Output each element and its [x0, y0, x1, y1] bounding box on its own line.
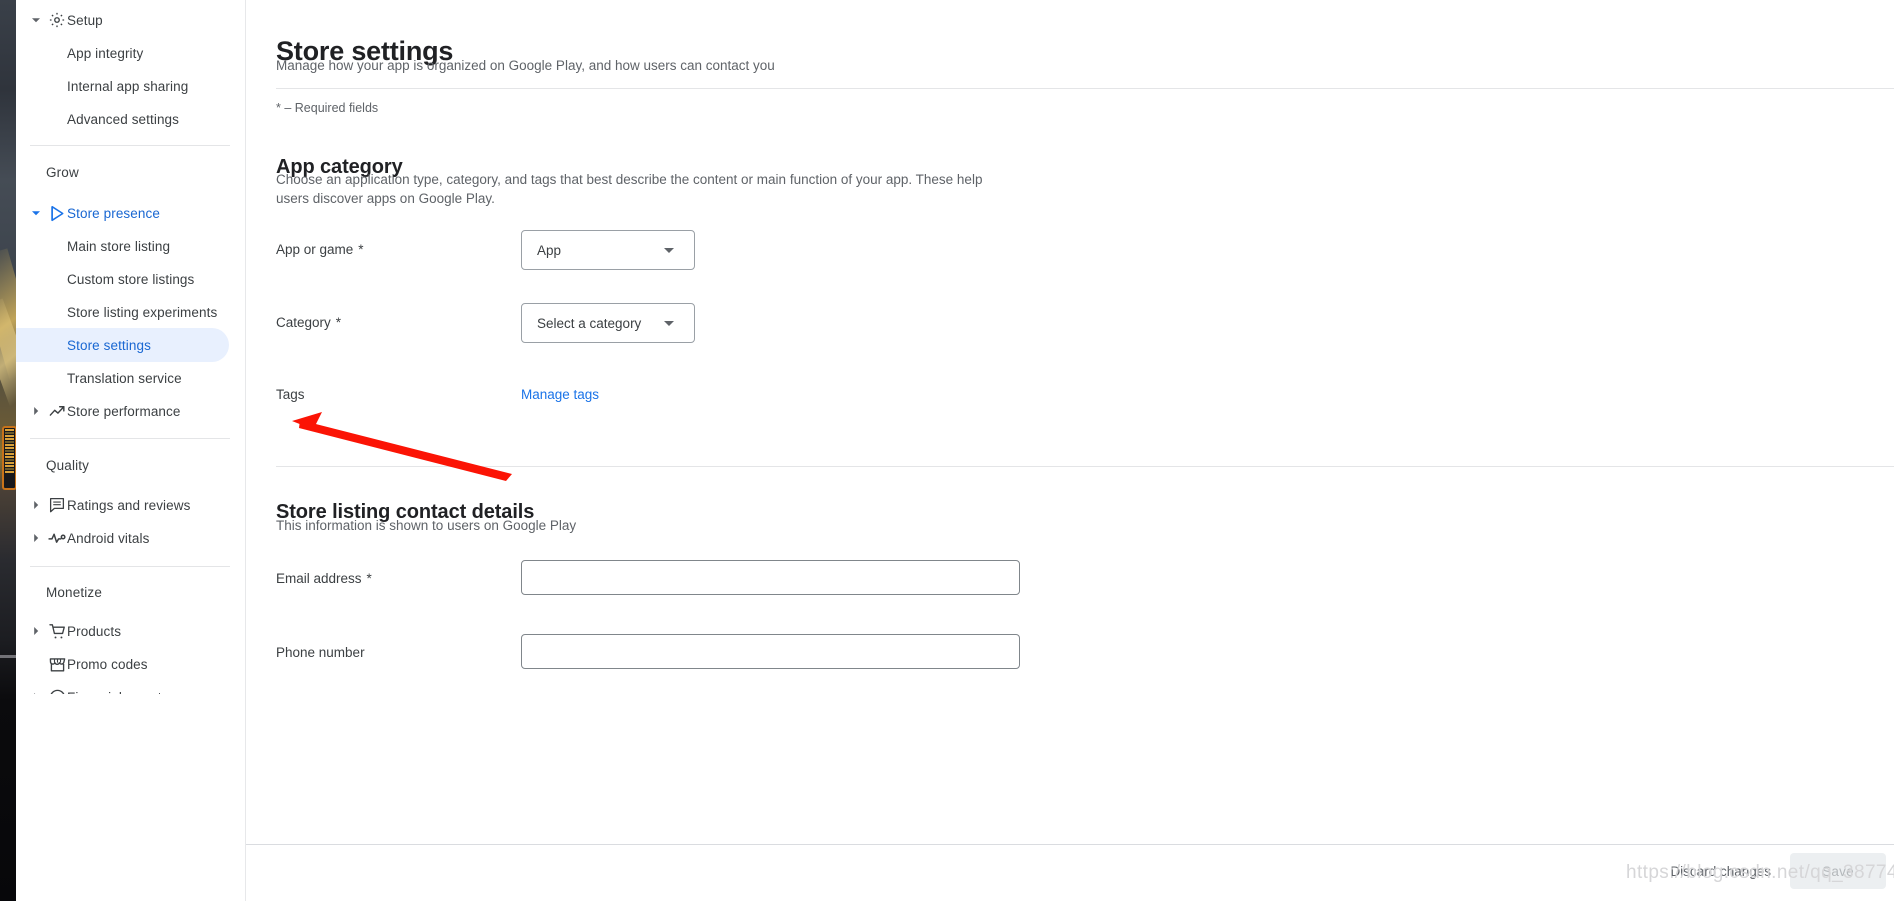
sidebar-item-label: Store presence [67, 206, 160, 221]
storefront-icon [46, 653, 68, 675]
desktop-wallpaper-strip [0, 0, 16, 901]
field-label-text: Category [276, 315, 331, 330]
sidebar-item-label: Setup [67, 13, 103, 28]
chevron-right-icon[interactable] [30, 532, 42, 544]
play-store-icon [46, 202, 68, 224]
sidebar-item-products[interactable]: Products [16, 614, 245, 648]
sidebar-item-label: Advanced settings [67, 112, 179, 127]
app-or-game-value: App [537, 243, 561, 258]
chevron-down-icon[interactable] [664, 248, 674, 253]
sidebar-item-label: Android vitals [67, 531, 149, 546]
sidebar-section-monetize: Monetize [46, 585, 102, 600]
sidebar-item-android-vitals[interactable]: Android vitals [16, 521, 245, 555]
section-description-app-category: Choose an application type, category, an… [276, 170, 1016, 208]
sidebar-item-label: Products [67, 624, 121, 639]
required-fields-note: * – Required fields [276, 101, 378, 115]
sidebar-item-label: Store settings [67, 338, 151, 353]
gear-icon [46, 9, 68, 31]
manage-tags-link[interactable]: Manage tags [521, 387, 599, 402]
sidebar-item-promo-codes[interactable]: Promo codes [16, 647, 245, 681]
sidebar-bottom-fill [16, 694, 245, 901]
chevron-right-icon[interactable] [30, 625, 42, 637]
page-subtitle: Manage how your app is organized on Goog… [276, 58, 775, 73]
required-asterisk: * [367, 571, 372, 586]
desktop-widget [2, 426, 17, 490]
chevron-down-icon[interactable] [30, 207, 42, 219]
field-label-text: App or game [276, 242, 353, 257]
field-label-category: Category * [276, 315, 341, 330]
app-window: Setup App integrity Internal app sharing… [0, 0, 1894, 901]
sidebar-item-internal-app-sharing[interactable]: Internal app sharing [16, 69, 245, 103]
field-label-email-address: Email address * [276, 571, 372, 586]
field-label-text: Phone number [276, 645, 365, 660]
sidebar-item-custom-store-listings[interactable]: Custom store listings [16, 262, 245, 296]
main-content: Store settings Manage how your app is or… [246, 0, 1894, 843]
field-label-phone-number: Phone number [276, 645, 365, 660]
sidebar-item-label: Internal app sharing [67, 79, 188, 94]
chevron-right-icon[interactable] [30, 499, 42, 511]
reviews-icon [46, 494, 68, 516]
chevron-down-icon[interactable] [30, 14, 42, 26]
sidebar-item-ratings-and-reviews[interactable]: Ratings and reviews [16, 488, 245, 522]
required-asterisk: * [358, 242, 363, 257]
wallpaper-horizon-line [0, 655, 16, 658]
category-value: Select a category [537, 316, 641, 331]
sidebar-item-label: Main store listing [67, 239, 170, 254]
sidebar-item-translation-service[interactable]: Translation service [16, 361, 245, 395]
chevron-down-icon[interactable] [664, 321, 674, 326]
app-or-game-select[interactable]: App [521, 230, 695, 270]
sidebar-item-main-store-listing[interactable]: Main store listing [16, 229, 245, 263]
field-label-text: Tags [276, 387, 305, 402]
header-divider [276, 88, 1894, 89]
required-asterisk: * [336, 315, 341, 330]
sidebar-item-store-performance[interactable]: Store performance [16, 394, 245, 428]
sidebar-item-label: Promo codes [67, 657, 148, 672]
sidebar-item-label: Store performance [67, 404, 181, 419]
sidebar-item-store-settings[interactable]: Store settings [16, 328, 229, 362]
sidebar-item-label: Store listing experiments [67, 305, 217, 320]
chevron-right-icon[interactable] [30, 405, 42, 417]
vitals-icon [46, 527, 68, 549]
field-label-app-or-game: App or game * [276, 242, 364, 257]
trending-up-icon [46, 400, 68, 422]
sidebar-item-label: Translation service [67, 371, 182, 386]
source-watermark: https://blog.csdn.net/qq_38774121 [1626, 862, 1894, 884]
sidebar-item-store-presence[interactable]: Store presence [16, 196, 245, 230]
sidebar-item-advanced-settings[interactable]: Advanced settings [16, 102, 245, 136]
section-description-contact-details: This information is shown to users on Go… [276, 516, 1016, 535]
category-select[interactable]: Select a category [521, 303, 695, 343]
sidebar-section-quality: Quality [46, 458, 89, 473]
cart-icon [46, 620, 68, 642]
phone-number-field[interactable] [521, 634, 1020, 669]
email-address-field[interactable] [521, 560, 1020, 595]
sidebar-item-setup[interactable]: Setup [16, 3, 245, 37]
left-navigation-sidebar[interactable]: Setup App integrity Internal app sharing… [16, 0, 246, 901]
sidebar-item-label: Ratings and reviews [67, 498, 190, 513]
sidebar-divider-3 [30, 566, 230, 567]
sidebar-item-store-listing-experiments[interactable]: Store listing experiments [16, 295, 245, 329]
sidebar-section-grow: Grow [46, 165, 79, 180]
field-label-text: Email address [276, 571, 362, 586]
section-divider [276, 466, 1894, 467]
sidebar-item-app-integrity[interactable]: App integrity [16, 36, 245, 70]
sidebar-divider-1 [30, 145, 230, 146]
sidebar-divider-2 [30, 438, 230, 439]
sidebar-item-label: Custom store listings [67, 272, 194, 287]
field-label-tags: Tags [276, 387, 305, 402]
sidebar-item-label: App integrity [67, 46, 143, 61]
